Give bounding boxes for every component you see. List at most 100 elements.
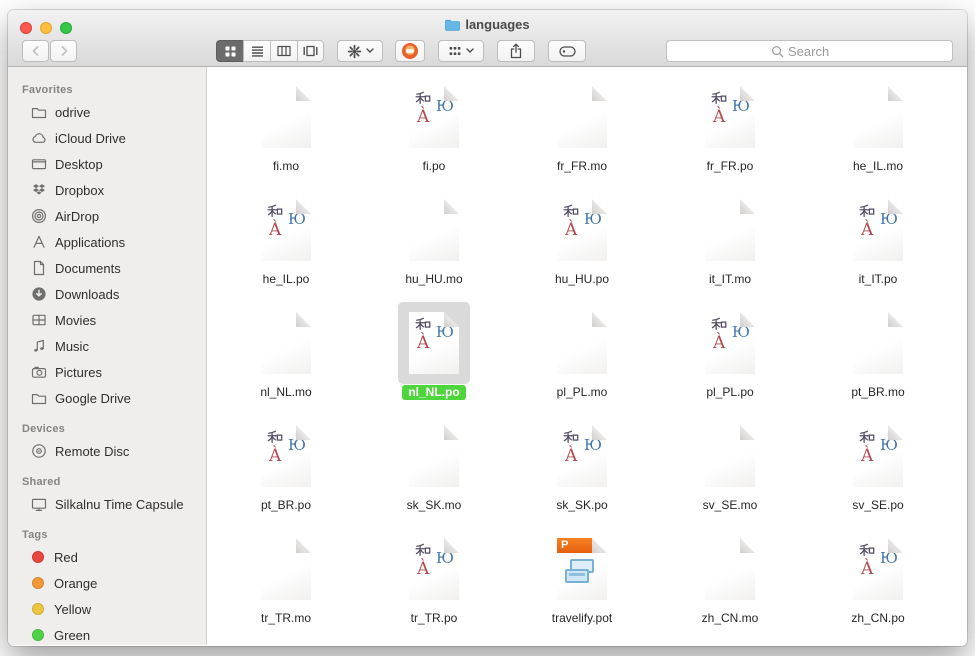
odrive-toolbar-button[interactable] <box>395 40 425 62</box>
forward-button[interactable] <box>50 40 77 62</box>
cyrillic-glyph: Ю <box>880 438 898 453</box>
file-item-sk-sk-po[interactable]: ЮÀsk_SK.po <box>508 413 656 526</box>
po-file-icon: ЮÀ <box>853 199 903 261</box>
file-item-sv-se-mo[interactable]: sv_SE.mo <box>656 413 804 526</box>
file-item-zh-cn-po[interactable]: ЮÀzh_CN.po <box>804 526 952 639</box>
file-item-nl-nl-mo[interactable]: nl_NL.mo <box>212 300 360 413</box>
cjk-glyph <box>415 317 431 333</box>
sidebar-item-remote-disc[interactable]: Remote Disc <box>8 438 206 464</box>
desktop-background: languages <box>0 0 975 656</box>
sidebar-item-google-drive[interactable]: Google Drive <box>8 385 206 411</box>
sidebar-item-applications[interactable]: Applications <box>8 229 206 255</box>
sidebar-item-desktop[interactable]: Desktop <box>8 151 206 177</box>
po-file-icon: ЮÀ <box>557 425 607 487</box>
file-item-fi-mo[interactable]: fi.mo <box>212 74 360 187</box>
file-name: nl_NL.mo <box>254 385 317 400</box>
sidebar-item-silkalnu-time-capsule[interactable]: Silkalnu Time Capsule <box>8 491 206 517</box>
po-file-icon: ЮÀ <box>261 425 311 487</box>
icon-slot <box>694 415 766 497</box>
file-item-he-il-po[interactable]: ЮÀhe_IL.po <box>212 187 360 300</box>
file-item-nl-nl-po[interactable]: ЮÀnl_NL.po <box>360 300 508 413</box>
sidebar-item-yellow[interactable]: Yellow <box>8 596 206 622</box>
cyrillic-glyph: Ю <box>880 212 898 227</box>
file-item-fr-fr-po[interactable]: ЮÀfr_FR.po <box>656 74 804 187</box>
file-name: fr_FR.po <box>701 159 760 174</box>
sidebar-item-red[interactable]: Red <box>8 544 206 570</box>
icon-view-button[interactable] <box>216 40 243 62</box>
search-input[interactable] <box>788 44 848 59</box>
titlebar[interactable]: languages <box>8 10 967 34</box>
sidebar-item-movies[interactable]: Movies <box>8 307 206 333</box>
cjk-glyph <box>563 430 579 446</box>
sidebar-item-pictures[interactable]: Pictures <box>8 359 206 385</box>
file-item-pt-br-po[interactable]: ЮÀpt_BR.po <box>212 413 360 526</box>
icon-slot: ЮÀ <box>546 189 618 271</box>
file-item-sv-se-po[interactable]: ЮÀsv_SE.po <box>804 413 952 526</box>
arrange-menu-button[interactable] <box>438 40 484 62</box>
icon-slot <box>250 76 322 158</box>
tags-button[interactable] <box>548 40 586 62</box>
file-item-pl-pl-mo[interactable]: pl_PL.mo <box>508 300 656 413</box>
file-item-pl-pl-po[interactable]: ЮÀpl_PL.po <box>656 300 804 413</box>
list-view-button[interactable] <box>243 40 270 62</box>
sidebar-item-green[interactable]: Green <box>8 622 206 645</box>
latin-glyph: À <box>861 448 873 465</box>
sidebar-item-airdrop[interactable]: AirDrop <box>8 203 206 229</box>
file-item-it-it-mo[interactable]: it_IT.mo <box>656 187 804 300</box>
latin-glyph: À <box>861 222 873 239</box>
sidebar-item-odrive[interactable]: odrive <box>8 99 206 125</box>
sidebar-item-downloads[interactable]: Downloads <box>8 281 206 307</box>
file-item-hu-hu-po[interactable]: ЮÀhu_HU.po <box>508 187 656 300</box>
back-button[interactable] <box>22 40 49 62</box>
po-file-icon: ЮÀ <box>853 538 903 600</box>
sidebar-item-label: Green <box>54 628 90 643</box>
sidebar-item-music[interactable]: Music <box>8 333 206 359</box>
icon-view-icon <box>224 45 237 58</box>
file-item-sk-sk-mo[interactable]: sk_SK.mo <box>360 413 508 526</box>
applications-icon <box>30 234 47 251</box>
icon-slot <box>398 415 470 497</box>
gear-icon <box>347 44 362 59</box>
sidebar-item-label: odrive <box>55 105 90 120</box>
file-name: pl_PL.po <box>700 385 759 400</box>
file-name: tr_TR.mo <box>255 611 317 626</box>
sidebar-item-icloud-drive[interactable]: iCloud Drive <box>8 125 206 151</box>
file-item-fr-fr-mo[interactable]: fr_FR.mo <box>508 74 656 187</box>
file-name: sk_SK.mo <box>401 498 468 513</box>
file-name: sv_SE.po <box>846 498 909 513</box>
sidebar-item-label: Downloads <box>55 287 119 302</box>
search-field[interactable] <box>666 40 953 62</box>
po-file-icon: ЮÀ <box>409 538 459 600</box>
action-menu-button[interactable] <box>337 40 383 62</box>
cyrillic-glyph: Ю <box>436 325 454 340</box>
file-name: pl_PL.mo <box>551 385 614 400</box>
file-item-hu-hu-mo[interactable]: hu_HU.mo <box>360 187 508 300</box>
disc-icon <box>30 443 47 460</box>
share-button[interactable] <box>497 40 535 62</box>
file-item-fi-po[interactable]: ЮÀfi.po <box>360 74 508 187</box>
cjk-glyph <box>267 430 283 446</box>
latin-glyph: À <box>417 335 429 352</box>
mo-file-icon <box>409 199 459 261</box>
cjk-glyph <box>267 204 283 220</box>
mo-file-icon <box>261 86 311 148</box>
sidebar-item-dropbox[interactable]: Dropbox <box>8 177 206 203</box>
latin-glyph: À <box>565 448 577 465</box>
file-item-travelify-pot[interactable]: Ptravelify.pot <box>508 526 656 639</box>
file-name: fi.po <box>417 159 452 174</box>
sidebar-item-documents[interactable]: Documents <box>8 255 206 281</box>
odrive-icon <box>402 43 418 59</box>
sidebar-item-orange[interactable]: Orange <box>8 570 206 596</box>
sidebar-item-label: Movies <box>55 313 96 328</box>
file-name: hu_HU.mo <box>399 272 468 287</box>
file-item-zh-cn-mo[interactable]: zh_CN.mo <box>656 526 804 639</box>
file-item-he-il-mo[interactable]: he_IL.mo <box>804 74 952 187</box>
latin-glyph: À <box>713 109 725 126</box>
file-item-pt-br-mo[interactable]: pt_BR.mo <box>804 300 952 413</box>
column-view-button[interactable] <box>270 40 297 62</box>
file-item-it-it-po[interactable]: ЮÀit_IT.po <box>804 187 952 300</box>
coverflow-view-button[interactable] <box>297 40 324 62</box>
file-item-tr-tr-po[interactable]: ЮÀtr_TR.po <box>360 526 508 639</box>
icon-slot: ЮÀ <box>250 415 322 497</box>
file-item-tr-tr-mo[interactable]: tr_TR.mo <box>212 526 360 639</box>
